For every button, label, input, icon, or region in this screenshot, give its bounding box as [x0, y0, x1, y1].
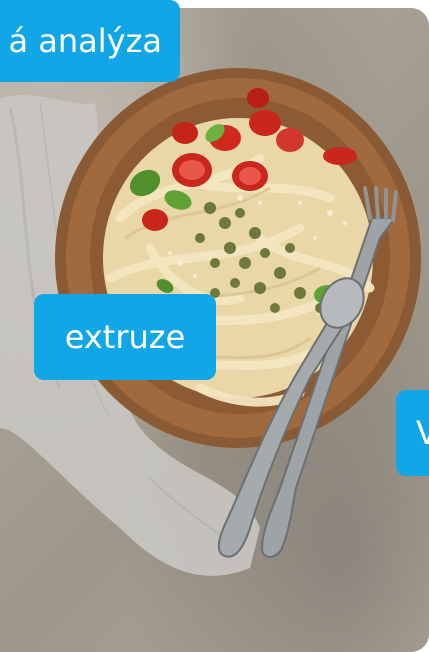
- tag-extrusion-label: extruze: [64, 318, 186, 356]
- tag-analysis-label: á analýza: [8, 22, 162, 60]
- slide-frame: á analýza extruze V: [0, 0, 429, 652]
- tag-analysis[interactable]: á analýza: [0, 0, 180, 82]
- tag-partial-label: V: [416, 414, 429, 452]
- tag-extrusion[interactable]: extruze: [34, 294, 216, 380]
- tag-partial[interactable]: V: [396, 390, 429, 476]
